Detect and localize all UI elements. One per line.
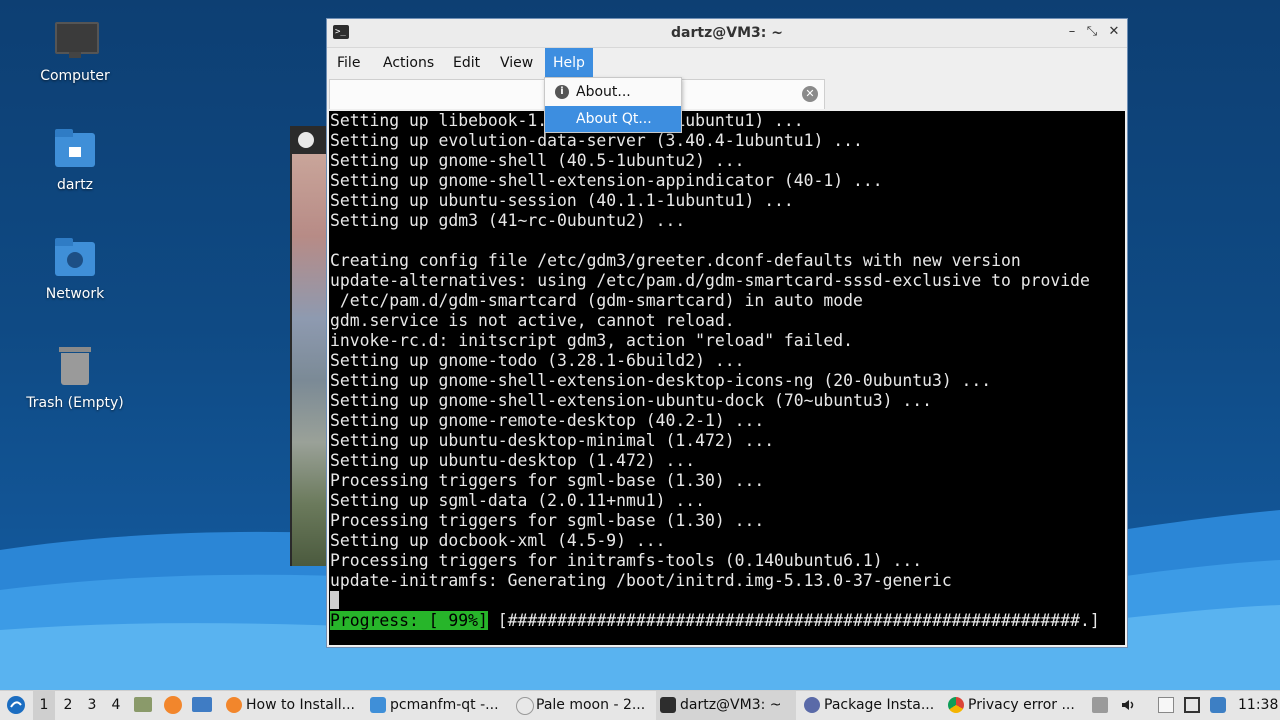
chrome-icon bbox=[948, 697, 964, 713]
desktop-icon-label: Network bbox=[45, 286, 105, 302]
update-notifier-icon[interactable] bbox=[1210, 697, 1226, 713]
progress-bar: [#######################################… bbox=[487, 611, 1100, 630]
tab-bar: dart ✕ bbox=[327, 77, 1127, 111]
task-pale-moon[interactable]: Pale moon - 2... bbox=[512, 691, 652, 720]
menu-file[interactable]: File bbox=[329, 48, 368, 78]
terminal-line: Processing triggers for initramfs-tools … bbox=[330, 551, 923, 570]
terminal-line: Setting up sgml-data (2.0.11+nmu1) ... bbox=[330, 491, 705, 510]
lubuntu-logo-icon bbox=[7, 696, 25, 714]
terminal-line: Setting up evolution-data-server (3.40.4… bbox=[330, 131, 863, 150]
terminal-line: invoke-rc.d: initscript gdm3, action "re… bbox=[330, 331, 854, 350]
workspace-4[interactable]: 4 bbox=[105, 691, 127, 720]
workspace-3[interactable]: 3 bbox=[81, 691, 103, 720]
menu-edit[interactable]: Edit bbox=[445, 48, 488, 78]
terminal-line: Setting up gnome-shell-extension-desktop… bbox=[330, 371, 992, 390]
menu-item-label: About... bbox=[576, 84, 631, 100]
terminal-line: Creating config file /etc/gdm3/greeter.d… bbox=[330, 251, 1021, 270]
workspace-1[interactable]: 1 bbox=[33, 691, 55, 720]
menu-help[interactable]: Help bbox=[545, 48, 593, 78]
package-icon bbox=[804, 697, 820, 713]
palemoon-icon bbox=[516, 697, 534, 715]
menu-view[interactable]: View bbox=[492, 48, 541, 78]
firefox-launcher[interactable] bbox=[164, 691, 186, 720]
terminal-output[interactable]: Setting up libebook-1.2-20 (3.40.4-1ubun… bbox=[329, 111, 1125, 645]
show-desktop-button[interactable] bbox=[192, 691, 214, 720]
terminal-icon bbox=[660, 697, 676, 713]
volume-icon[interactable] bbox=[1120, 697, 1136, 713]
task-how-to-install[interactable]: How to Install... bbox=[222, 691, 362, 720]
taskbar: 1 2 3 4 How to Install... pcmanfm-qt -..… bbox=[0, 690, 1280, 720]
terminal-line: Setting up gdm3 (41~rc-0ubuntu2) ... bbox=[330, 211, 686, 230]
terminal-line: /etc/pam.d/gdm-smartcard (gdm-smartcard)… bbox=[330, 291, 863, 310]
network-tray-icon[interactable] bbox=[1184, 697, 1200, 713]
menu-item-about[interactable]: i About... bbox=[545, 79, 681, 105]
task-pcmanfm[interactable]: pcmanfm-qt -... bbox=[366, 691, 506, 720]
terminal-line: Setting up gnome-remote-desktop (40.2-1)… bbox=[330, 411, 765, 430]
task-label: Privacy error ... bbox=[968, 697, 1075, 713]
terminal-line: Setting up ubuntu-desktop (1.472) ... bbox=[330, 451, 696, 470]
file-manager-launcher[interactable] bbox=[134, 691, 154, 720]
menubar: File Actions Edit View Help bbox=[327, 48, 1127, 78]
palemoon-icon bbox=[298, 132, 314, 148]
firefox-icon bbox=[226, 697, 242, 713]
folder-icon bbox=[370, 697, 386, 713]
help-menu-dropdown: i About... About Qt... bbox=[544, 77, 682, 133]
terminal-line: Processing triggers for sgml-base (1.30)… bbox=[330, 471, 765, 490]
terminal-line: Setting up ubuntu-session (40.1.1-1ubunt… bbox=[330, 191, 794, 210]
desktop-icon-home-folder[interactable]: dartz bbox=[15, 127, 135, 193]
tray-arrow-icon[interactable] bbox=[1092, 697, 1108, 713]
task-label: How to Install... bbox=[246, 697, 355, 713]
terminal-window[interactable]: >_ dartz@VM3: ~ – ⤡ ✕ File Actions Edit … bbox=[326, 18, 1128, 648]
terminal-line: Setting up gnome-shell-extension-ubuntu-… bbox=[330, 391, 932, 410]
desktop-icon-network[interactable]: Network bbox=[15, 236, 135, 302]
menu-item-about-qt[interactable]: About Qt... bbox=[545, 106, 681, 132]
desktop-icon-computer[interactable]: Computer bbox=[15, 18, 135, 84]
terminal-line: Setting up ubuntu-desktop-minimal (1.472… bbox=[330, 431, 775, 450]
close-button[interactable]: ✕ bbox=[1105, 23, 1123, 41]
minimize-button[interactable]: – bbox=[1063, 23, 1081, 41]
computer-icon bbox=[53, 18, 99, 62]
task-package-installer[interactable]: Package Insta... bbox=[800, 691, 940, 720]
desktop-icon-label: dartz bbox=[56, 177, 94, 193]
desktop-icon-label: Trash (Empty) bbox=[26, 395, 124, 411]
terminal-cursor bbox=[330, 591, 339, 609]
clipboard-icon[interactable] bbox=[1158, 697, 1174, 713]
background-window[interactable] bbox=[290, 126, 328, 566]
window-titlebar[interactable]: >_ dartz@VM3: ~ – ⤡ ✕ bbox=[327, 19, 1127, 48]
terminal-line: Setting up gnome-todo (3.28.1-6build2) .… bbox=[330, 351, 745, 370]
network-folder-icon bbox=[53, 236, 97, 280]
terminal-line: Setting up gnome-shell-extension-appindi… bbox=[330, 171, 883, 190]
background-window-image bbox=[292, 154, 328, 566]
info-icon: i bbox=[555, 85, 569, 99]
progress-label: Progress: [ 99%] bbox=[330, 611, 488, 630]
start-menu-button[interactable] bbox=[4, 691, 28, 720]
firefox-icon bbox=[164, 696, 182, 714]
progress-line: Progress: [ 99%] [######################… bbox=[330, 611, 1100, 631]
maximize-button[interactable]: ⤡ bbox=[1083, 23, 1101, 41]
menu-actions[interactable]: Actions bbox=[375, 48, 442, 78]
terminal-line: update-alternatives: using /etc/pam.d/gd… bbox=[330, 271, 1090, 290]
terminal-line: Setting up gnome-shell (40.5-1ubuntu2) .… bbox=[330, 151, 745, 170]
clock[interactable]: 11:38 bbox=[1238, 691, 1278, 720]
desktop-icon-trash[interactable]: Trash (Empty) bbox=[15, 345, 135, 411]
window-title: dartz@VM3: ~ bbox=[671, 25, 783, 41]
menu-item-label: About Qt... bbox=[576, 111, 652, 127]
terminal-line: Processing triggers for sgml-base (1.30)… bbox=[330, 511, 765, 530]
workspace-2[interactable]: 2 bbox=[57, 691, 79, 720]
tab-close-icon[interactable]: ✕ bbox=[802, 86, 818, 102]
task-privacy-error[interactable]: Privacy error ... bbox=[944, 691, 1084, 720]
task-label: pcmanfm-qt -... bbox=[390, 697, 499, 713]
task-label: dartz@VM3: ~ bbox=[680, 697, 782, 713]
home-folder-icon bbox=[53, 127, 97, 171]
desktop-icon bbox=[192, 697, 212, 712]
terminal-line: update-initramfs: Generating /boot/initr… bbox=[330, 571, 952, 590]
task-label: Package Insta... bbox=[824, 697, 935, 713]
trash-icon bbox=[53, 345, 97, 389]
file-manager-icon bbox=[134, 697, 152, 712]
task-label: Pale moon - 2... bbox=[536, 697, 646, 713]
task-terminal[interactable]: dartz@VM3: ~ bbox=[656, 691, 796, 720]
terminal-line: gdm.service is not active, cannot reload… bbox=[330, 311, 735, 330]
desktop-icon-label: Computer bbox=[40, 68, 110, 84]
terminal-line: Setting up docbook-xml (4.5-9) ... bbox=[330, 531, 666, 550]
